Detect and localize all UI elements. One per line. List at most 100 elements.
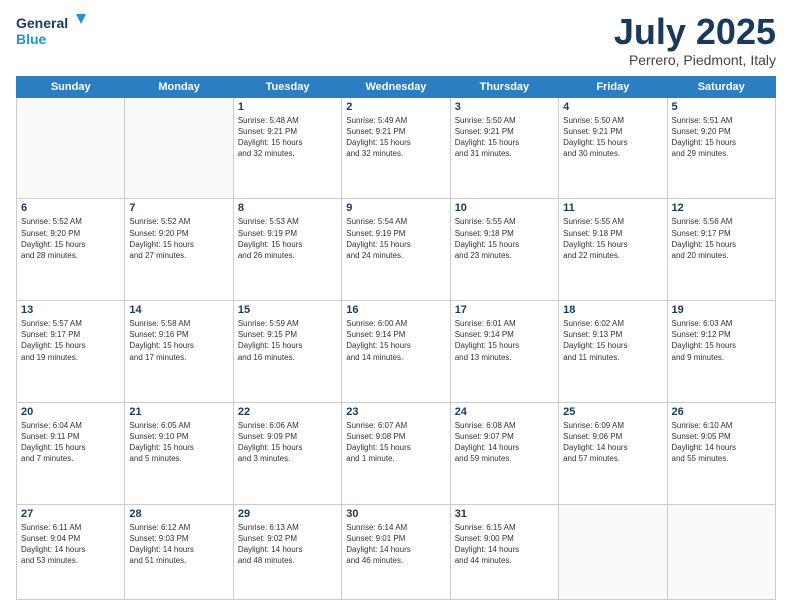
calendar-week-row: 27 Sunrise: 6:11 AM Sunset: 9:04 PM Dayli… (17, 504, 776, 599)
day-number: 15 (238, 304, 337, 316)
day-number: 7 (129, 202, 228, 214)
svg-text:Blue: Blue (16, 31, 47, 47)
day-number: 27 (21, 508, 120, 520)
day-number: 13 (21, 304, 120, 316)
table-row: 10 Sunrise: 5:55 AM Sunset: 9:18 PM Dayli… (450, 199, 558, 301)
day-number: 18 (563, 304, 662, 316)
day-number: 8 (238, 202, 337, 214)
table-row: 2Sunrise: 5:49 AM Sunset: 9:21 PM Daylig… (342, 97, 450, 199)
calendar-week-row: 1Sunrise: 5:48 AM Sunset: 9:21 PM Daylig… (17, 97, 776, 199)
day-number: 21 (129, 406, 228, 418)
day-number: 3 (455, 101, 554, 113)
day-info: Sunrise: 5:49 AM Sunset: 9:21 PM Dayligh… (346, 115, 445, 160)
table-row (667, 504, 775, 599)
table-row: 11Sunrise: 5:55 AM Sunset: 9:18 PM Dayli… (559, 199, 667, 301)
table-row: 8 Sunrise: 5:53 AM Sunset: 9:19 PM Daylig… (233, 199, 341, 301)
table-row: 3 Sunrise: 5:50 AM Sunset: 9:21 PM Daylig… (450, 97, 558, 199)
day-info: Sunrise: 6:03 AM Sunset: 9:12 PM Dayligh… (672, 318, 771, 363)
day-number: 25 (563, 406, 662, 418)
table-row: 1Sunrise: 5:48 AM Sunset: 9:21 PM Daylig… (233, 97, 341, 199)
day-number: 28 (129, 508, 228, 520)
day-number: 17 (455, 304, 554, 316)
table-row: 17 Sunrise: 6:01 AM Sunset: 9:14 PM Dayli… (450, 301, 558, 403)
day-info: Sunrise: 5:50 AM Sunset: 9:21 PM Dayligh… (455, 115, 554, 160)
header: General Blue July 2025 Perrero, Piedmont… (16, 12, 776, 68)
calendar-week-row: 20 Sunrise: 6:04 AM Sunset: 9:11 PM Dayli… (17, 402, 776, 504)
table-row: 18 Sunrise: 6:02 AM Sunset: 9:13 PM Dayli… (559, 301, 667, 403)
day-number: 9 (346, 202, 445, 214)
col-tuesday: Tuesday (233, 76, 341, 97)
day-info: Sunrise: 5:59 AM Sunset: 9:15 PM Dayligh… (238, 318, 337, 363)
svg-text:General: General (16, 15, 68, 31)
table-row: 23Sunrise: 6:07 AM Sunset: 9:08 PM Dayli… (342, 402, 450, 504)
calendar-header-row: Sunday Monday Tuesday Wednesday Thursday… (17, 76, 776, 97)
month-title: July 2025 (614, 12, 776, 52)
table-row (559, 504, 667, 599)
day-number: 4 (563, 101, 662, 113)
table-row: 20 Sunrise: 6:04 AM Sunset: 9:11 PM Dayli… (17, 402, 125, 504)
day-info: Sunrise: 6:06 AM Sunset: 9:09 PM Dayligh… (238, 420, 337, 465)
table-row: 16 Sunrise: 6:00 AM Sunset: 9:14 PM Dayli… (342, 301, 450, 403)
day-number: 12 (672, 202, 771, 214)
table-row: 4Sunrise: 5:50 AM Sunset: 9:21 PM Daylig… (559, 97, 667, 199)
table-row: 13Sunrise: 5:57 AM Sunset: 9:17 PM Dayli… (17, 301, 125, 403)
day-number: 30 (346, 508, 445, 520)
table-row: 6 Sunrise: 5:52 AM Sunset: 9:20 PM Daylig… (17, 199, 125, 301)
table-row: 7Sunrise: 5:52 AM Sunset: 9:20 PM Daylig… (125, 199, 233, 301)
day-info: Sunrise: 6:02 AM Sunset: 9:13 PM Dayligh… (563, 318, 662, 363)
table-row: 24 Sunrise: 6:08 AM Sunset: 9:07 PM Dayli… (450, 402, 558, 504)
day-number: 10 (455, 202, 554, 214)
day-info: Sunrise: 5:58 AM Sunset: 9:16 PM Dayligh… (129, 318, 228, 363)
day-info: Sunrise: 5:55 AM Sunset: 9:18 PM Dayligh… (455, 216, 554, 261)
table-row: 27 Sunrise: 6:11 AM Sunset: 9:04 PM Dayli… (17, 504, 125, 599)
col-sunday: Sunday (17, 76, 125, 97)
page: General Blue July 2025 Perrero, Piedmont… (0, 0, 792, 612)
day-info: Sunrise: 6:00 AM Sunset: 9:14 PM Dayligh… (346, 318, 445, 363)
table-row: 21Sunrise: 6:05 AM Sunset: 9:10 PM Dayli… (125, 402, 233, 504)
table-row: 9 Sunrise: 5:54 AM Sunset: 9:19 PM Daylig… (342, 199, 450, 301)
day-info: Sunrise: 5:53 AM Sunset: 9:19 PM Dayligh… (238, 216, 337, 261)
table-row (125, 97, 233, 199)
col-wednesday: Wednesday (342, 76, 450, 97)
table-row: 29Sunrise: 6:13 AM Sunset: 9:02 PM Dayli… (233, 504, 341, 599)
col-monday: Monday (125, 76, 233, 97)
day-info: Sunrise: 5:48 AM Sunset: 9:21 PM Dayligh… (238, 115, 337, 160)
day-info: Sunrise: 5:52 AM Sunset: 9:20 PM Dayligh… (21, 216, 120, 261)
day-info: Sunrise: 6:10 AM Sunset: 9:05 PM Dayligh… (672, 420, 771, 465)
day-number: 22 (238, 406, 337, 418)
table-row: 31Sunrise: 6:15 AM Sunset: 9:00 PM Dayli… (450, 504, 558, 599)
day-info: Sunrise: 6:11 AM Sunset: 9:04 PM Dayligh… (21, 522, 120, 567)
calendar-table: Sunday Monday Tuesday Wednesday Thursday… (16, 76, 776, 600)
day-info: Sunrise: 5:54 AM Sunset: 9:19 PM Dayligh… (346, 216, 445, 261)
day-number: 11 (563, 202, 662, 214)
day-number: 20 (21, 406, 120, 418)
day-number: 19 (672, 304, 771, 316)
table-row: 28Sunrise: 6:12 AM Sunset: 9:03 PM Dayli… (125, 504, 233, 599)
day-number: 24 (455, 406, 554, 418)
title-block: July 2025 Perrero, Piedmont, Italy (614, 12, 776, 68)
day-number: 14 (129, 304, 228, 316)
day-number: 16 (346, 304, 445, 316)
day-number: 6 (21, 202, 120, 214)
day-info: Sunrise: 6:09 AM Sunset: 9:06 PM Dayligh… (563, 420, 662, 465)
table-row: 12 Sunrise: 5:56 AM Sunset: 9:17 PM Dayli… (667, 199, 775, 301)
location: Perrero, Piedmont, Italy (614, 52, 776, 68)
logo-svg: General Blue (16, 12, 86, 52)
day-number: 31 (455, 508, 554, 520)
day-number: 5 (672, 101, 771, 113)
day-info: Sunrise: 6:04 AM Sunset: 9:11 PM Dayligh… (21, 420, 120, 465)
logo: General Blue (16, 12, 86, 52)
day-number: 26 (672, 406, 771, 418)
calendar-week-row: 13Sunrise: 5:57 AM Sunset: 9:17 PM Dayli… (17, 301, 776, 403)
day-info: Sunrise: 6:08 AM Sunset: 9:07 PM Dayligh… (455, 420, 554, 465)
table-row: 25 Sunrise: 6:09 AM Sunset: 9:06 PM Dayli… (559, 402, 667, 504)
table-row: 5Sunrise: 5:51 AM Sunset: 9:20 PM Daylig… (667, 97, 775, 199)
table-row: 14 Sunrise: 5:58 AM Sunset: 9:16 PM Dayli… (125, 301, 233, 403)
day-info: Sunrise: 5:56 AM Sunset: 9:17 PM Dayligh… (672, 216, 771, 261)
calendar-week-row: 6 Sunrise: 5:52 AM Sunset: 9:20 PM Daylig… (17, 199, 776, 301)
day-number: 29 (238, 508, 337, 520)
table-row: 22 Sunrise: 6:06 AM Sunset: 9:09 PM Dayli… (233, 402, 341, 504)
day-info: Sunrise: 6:07 AM Sunset: 9:08 PM Dayligh… (346, 420, 445, 465)
day-info: Sunrise: 6:01 AM Sunset: 9:14 PM Dayligh… (455, 318, 554, 363)
col-friday: Friday (559, 76, 667, 97)
